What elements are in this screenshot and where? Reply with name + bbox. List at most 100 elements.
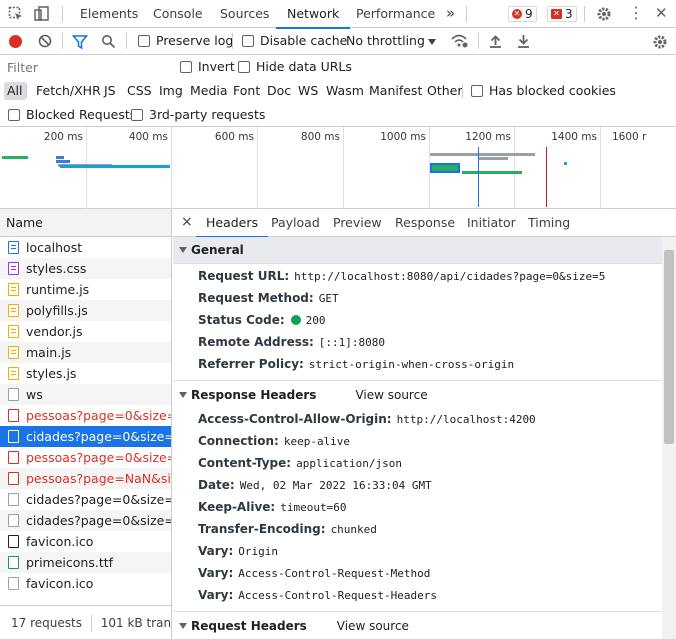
- request-row[interactable]: pessoas?page=0&size=5: [0, 405, 171, 426]
- tab-sources[interactable]: Sources: [220, 0, 269, 28]
- response-headers-section-header[interactable]: Response Headers View source: [173, 381, 662, 408]
- preserve-log-checkbox[interactable]: [138, 35, 150, 47]
- request-row[interactable]: vendor.js: [0, 321, 171, 342]
- tab-initiator[interactable]: Initiator: [467, 209, 516, 237]
- header-key: Vary:: [198, 588, 234, 602]
- invert-label: Invert: [198, 59, 235, 74]
- request-row[interactable]: cidades?page=0&size=5: [0, 510, 171, 531]
- type-filter-css[interactable]: CSS: [124, 82, 155, 100]
- type-filter-ws[interactable]: WS: [295, 82, 321, 100]
- network-toolbar: Preserve log Disable cache No throttling: [0, 28, 676, 55]
- view-source-link[interactable]: View source: [355, 388, 427, 402]
- request-row[interactable]: pessoas?page=NaN&siz...: [0, 468, 171, 489]
- request-name: main.js: [26, 345, 72, 360]
- status-code-row: Status Code: 200: [173, 309, 662, 331]
- xhr-file-icon: [8, 514, 19, 527]
- kebab-menu-icon[interactable]: ⋮: [628, 5, 644, 21]
- header-key: Keep-Alive:: [198, 500, 276, 514]
- request-row[interactable]: cidades?page=0&size=5: [0, 489, 171, 510]
- network-overview-timeline[interactable]: 200 ms 400 ms 600 ms 800 ms 1000 ms 1200…: [0, 127, 676, 209]
- type-filter-font[interactable]: Font: [230, 82, 263, 100]
- request-row[interactable]: primeicons.ttf: [0, 552, 171, 573]
- type-filter-img[interactable]: Img: [156, 82, 186, 100]
- response-header-row: Transfer-Encoding: chunked: [173, 518, 662, 540]
- request-row[interactable]: favicon.ico: [0, 573, 171, 594]
- device-toolbar-icon[interactable]: [34, 6, 50, 25]
- request-count: 17 requests: [11, 615, 82, 630]
- header-value: application/json: [296, 457, 403, 470]
- tab-network[interactable]: Network: [275, 0, 351, 29]
- scrollbar-thumb[interactable]: [664, 250, 674, 444]
- network-settings-gear-icon[interactable]: [652, 34, 668, 53]
- type-filter-wasm[interactable]: Wasm: [323, 82, 367, 100]
- network-status-bar: 17 requests 101 kB transfe: [0, 605, 172, 639]
- type-filter-other[interactable]: Other: [424, 82, 466, 100]
- tab-headers[interactable]: Headers: [195, 209, 269, 238]
- close-devtools-icon[interactable]: ✕: [655, 5, 668, 21]
- headers-panel: General Request URL: http://localhost:808…: [173, 237, 662, 639]
- request-name: primeicons.ttf: [26, 555, 114, 570]
- xhr-file-icon: [8, 430, 19, 443]
- issues-counter[interactable]: ✕ 3: [547, 6, 577, 22]
- settings-gear-icon[interactable]: [596, 6, 612, 25]
- type-filter-js[interactable]: JS: [101, 82, 119, 100]
- tab-preview[interactable]: Preview: [333, 209, 382, 237]
- request-row[interactable]: localhost: [0, 237, 171, 258]
- tab-timing[interactable]: Timing: [528, 209, 570, 237]
- network-conditions-icon[interactable]: [451, 33, 468, 52]
- import-har-icon[interactable]: [489, 34, 502, 51]
- request-row[interactable]: styles.css: [0, 258, 171, 279]
- request-row[interactable]: pessoas?page=0&size=5: [0, 447, 171, 468]
- request-row[interactable]: polyfills.js: [0, 300, 171, 321]
- throttling-select[interactable]: No throttling: [346, 33, 425, 48]
- request-name: pessoas?page=NaN&siz...: [26, 471, 171, 486]
- tab-response[interactable]: Response: [395, 209, 455, 237]
- record-icon[interactable]: [9, 35, 22, 48]
- tab-payload[interactable]: Payload: [271, 209, 320, 237]
- general-section-header[interactable]: General: [173, 237, 662, 264]
- disable-cache-checkbox[interactable]: [242, 35, 254, 47]
- request-row[interactable]: cidades?page=0&size=5: [0, 426, 171, 447]
- request-name: cidades?page=0&size=5: [26, 492, 171, 507]
- request-detail-tabs: × Headers Payload Preview Response Initi…: [173, 209, 676, 238]
- request-name: pessoas?page=0&size=5: [26, 450, 171, 465]
- invert-checkbox[interactable]: [180, 61, 192, 73]
- xhr-file-icon: [8, 493, 19, 506]
- tab-performance[interactable]: Performance: [356, 0, 435, 28]
- header-value: http://localhost:4200: [396, 413, 536, 426]
- request-row[interactable]: favicon.ico: [0, 531, 171, 552]
- export-har-icon[interactable]: [517, 34, 530, 51]
- tab-console[interactable]: Console: [153, 0, 203, 28]
- close-detail-icon[interactable]: ×: [181, 209, 193, 237]
- tab-elements[interactable]: Elements: [80, 0, 138, 28]
- filter-input[interactable]: [2, 57, 168, 77]
- request-row[interactable]: styles.js: [0, 363, 171, 384]
- request-row[interactable]: runtime.js: [0, 279, 171, 300]
- type-filter-doc[interactable]: Doc: [264, 82, 294, 100]
- header-value: 200: [305, 314, 326, 327]
- blocked-requests-checkbox[interactable]: [8, 109, 20, 121]
- has-blocked-cookies-checkbox[interactable]: [471, 85, 483, 97]
- search-icon[interactable]: [101, 34, 116, 52]
- inspect-element-icon[interactable]: [8, 6, 24, 25]
- chevron-down-icon[interactable]: [428, 39, 436, 45]
- type-filter-fetch-xhr[interactable]: Fetch/XHR: [33, 82, 104, 100]
- request-row[interactable]: main.js: [0, 342, 171, 363]
- view-source-link[interactable]: View source: [337, 619, 409, 633]
- request-row[interactable]: ws: [0, 384, 171, 405]
- js-file-icon: [8, 346, 19, 359]
- type-filter-media[interactable]: Media: [187, 82, 231, 100]
- clear-icon[interactable]: [38, 34, 52, 51]
- error-counter[interactable]: ✕ 9: [508, 6, 537, 22]
- response-headers-title: Response Headers: [191, 387, 317, 402]
- request-headers-section-header[interactable]: Request Headers View source: [173, 612, 662, 639]
- more-tabs-button[interactable]: »: [446, 0, 455, 28]
- filter-icon[interactable]: [71, 34, 89, 53]
- hide-data-urls-checkbox[interactable]: [238, 61, 250, 73]
- tick-label: 200 ms: [43, 131, 83, 143]
- tick-label: 400 ms: [128, 131, 168, 143]
- type-filter-all[interactable]: All: [4, 82, 26, 100]
- third-party-checkbox[interactable]: [131, 109, 143, 121]
- name-column-header[interactable]: Name: [0, 209, 172, 237]
- type-filter-manifest[interactable]: Manifest: [366, 82, 425, 100]
